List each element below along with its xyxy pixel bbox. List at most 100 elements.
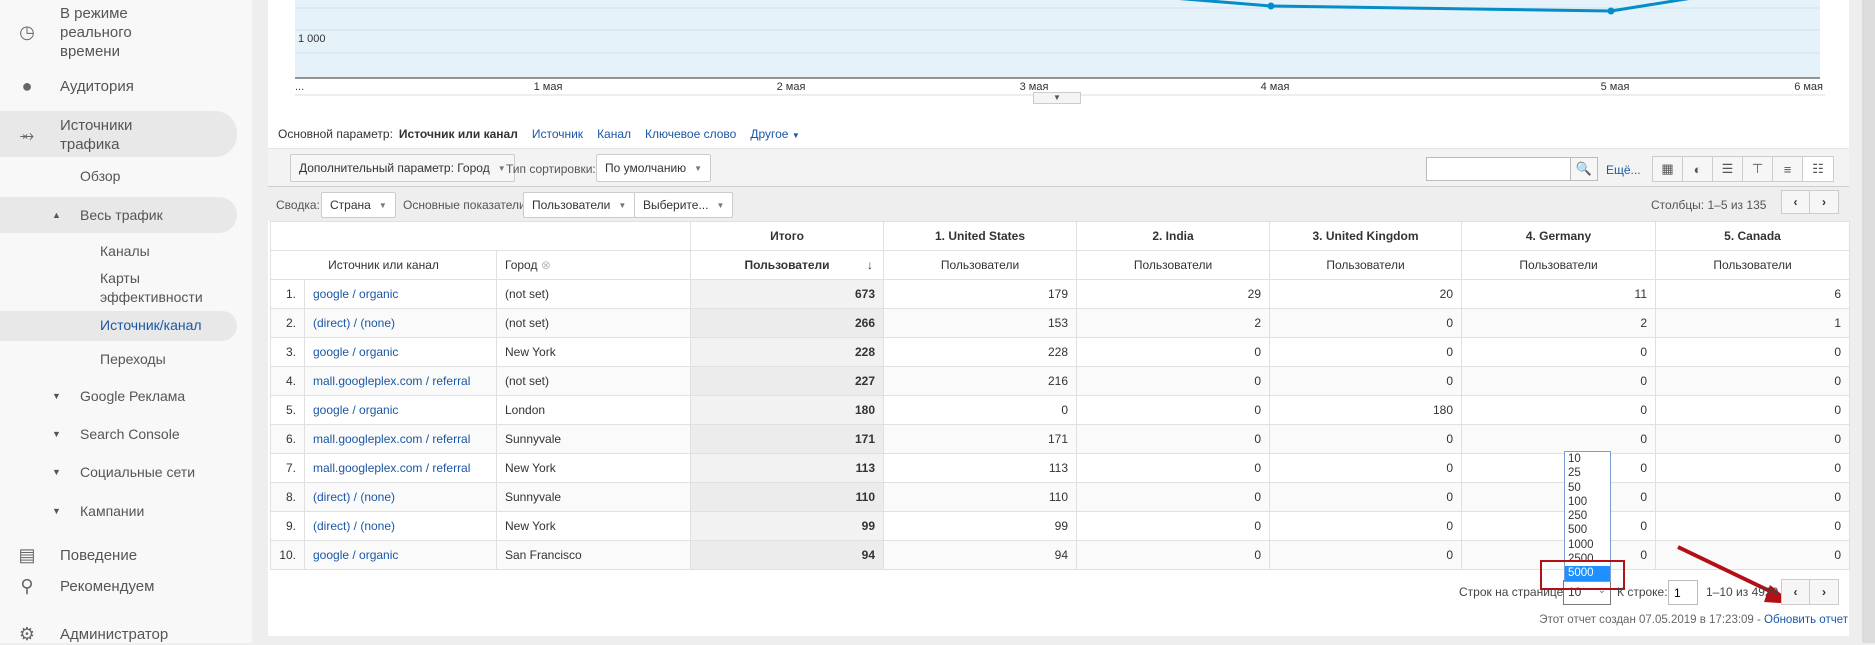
dim2-header[interactable]: Город ⊗ xyxy=(496,250,691,280)
scrollbar[interactable] xyxy=(1862,0,1875,643)
users-cell: 94 xyxy=(883,540,1077,570)
users-cell: 0 xyxy=(1461,424,1656,454)
city-cell: (not set) xyxy=(496,308,691,338)
table-row: 1. google / organic (not set) 673 179 29 20 11 6 xyxy=(270,279,1850,309)
dim1-header[interactable]: Источник или канал xyxy=(270,250,497,280)
users-cell: 0 xyxy=(1655,337,1850,367)
country-header[interactable]: 1. United States xyxy=(883,221,1077,251)
city-cell: San Francisco xyxy=(496,540,691,570)
chevron-left-icon[interactable]: ‹ xyxy=(1782,580,1810,604)
sort-type-dropdown[interactable]: По умолчанию ▼ xyxy=(596,154,712,182)
table-row: 8. (direct) / (none) Sunnyvale 110 110 0 0 0 0 xyxy=(270,482,1850,512)
metric2-dropdown[interactable]: Выберите... ▼ xyxy=(634,192,734,218)
caret-down-icon: ▲ xyxy=(52,209,61,220)
source-medium-link[interactable]: google / organic xyxy=(304,395,497,425)
lightbulb-icon: ⚲ xyxy=(20,575,34,596)
chevron-right-icon[interactable]: › xyxy=(1810,580,1838,604)
dim-link-source[interactable]: Источник xyxy=(532,127,583,141)
pie-view-icon[interactable]: ◐ xyxy=(1683,157,1713,181)
users-cell: 2 xyxy=(1461,308,1656,338)
users-cell: 0 xyxy=(1076,453,1270,483)
users-cell: 180 xyxy=(1269,395,1462,425)
annotation-highlight-box xyxy=(1540,560,1625,590)
table-row: 7. mall.googleplex.com / referral New York… xyxy=(270,453,1850,483)
metric1-dropdown[interactable]: Пользователи ▼ xyxy=(523,192,636,218)
chevron-right-icon[interactable]: › xyxy=(1810,191,1838,213)
clock-icon: ◷ xyxy=(19,21,35,42)
country-header[interactable]: 3. United Kingdom xyxy=(1269,221,1462,251)
x-tick-label: 5 мая xyxy=(1601,81,1630,93)
source-medium-link[interactable]: (direct) / (none) xyxy=(304,511,497,541)
x-tick-label: ... xyxy=(295,81,304,93)
rows-option[interactable]: 1000 xyxy=(1565,538,1610,552)
row-index: 5. xyxy=(270,395,305,425)
columns-range: Столбцы: 1–5 из 135 xyxy=(1651,198,1767,212)
remove-dimension-icon[interactable]: ⊗ xyxy=(541,258,551,272)
metric-header[interactable]: Пользователи xyxy=(1655,250,1850,280)
country-header[interactable]: 5. Canada xyxy=(1655,221,1850,251)
source-medium-link[interactable]: google / organic xyxy=(304,540,497,570)
row-index: 9. xyxy=(270,511,305,541)
acquisition-icon: ⥇ xyxy=(19,124,35,145)
country-header[interactable]: 4. Germany xyxy=(1461,221,1656,251)
users-cell: 228 xyxy=(883,337,1077,367)
total-users: 110 xyxy=(690,482,884,512)
city-cell: London xyxy=(496,395,691,425)
total-users: 228 xyxy=(690,337,884,367)
term-cloud-view-icon[interactable]: ≡ xyxy=(1773,157,1803,181)
users-cell: 0 xyxy=(1269,453,1462,483)
rows-option[interactable]: 500 xyxy=(1565,523,1610,537)
source-medium-link[interactable]: (direct) / (none) xyxy=(304,308,497,338)
source-medium-link[interactable]: mall.googleplex.com / referral xyxy=(304,424,497,454)
goto-row-input[interactable] xyxy=(1668,580,1698,605)
source-medium-link[interactable]: google / organic xyxy=(304,337,497,367)
chevron-left-icon[interactable]: ‹ xyxy=(1782,191,1810,213)
source-medium-link[interactable]: mall.googleplex.com / referral xyxy=(304,366,497,396)
search-icon[interactable]: 🔍 xyxy=(1570,157,1598,181)
metric-header[interactable]: Пользователи xyxy=(883,250,1077,280)
dim-link-medium[interactable]: Канал xyxy=(597,127,631,141)
source-medium-link[interactable]: mall.googleplex.com / referral xyxy=(304,453,497,483)
performance-view-icon[interactable]: ☰ xyxy=(1713,157,1743,181)
source-medium-link[interactable]: google / organic xyxy=(304,279,497,309)
dim-link-other[interactable]: Другое ▼ xyxy=(750,127,799,141)
users-cell: 0 xyxy=(1655,482,1850,512)
data-point xyxy=(1607,7,1615,15)
secondary-dimension-dropdown[interactable]: Дополнительный параметр: Город ▼ xyxy=(290,154,515,182)
rows-option[interactable]: 10 xyxy=(1565,452,1610,466)
chart-toggle-handle[interactable]: ▼ xyxy=(1033,92,1081,104)
pivot-by-dropdown[interactable]: Страна ▼ xyxy=(321,192,396,218)
users-cell: 0 xyxy=(1269,366,1462,396)
users-cell: 2 xyxy=(1076,308,1270,338)
users-cell: 0 xyxy=(1076,511,1270,541)
sidebar-item-realtime[interactable]: ◷ В режиме реального времени xyxy=(0,4,240,60)
users-cell: 179 xyxy=(883,279,1077,309)
header-row-metrics: Источник или канал Город ⊗ Пользователи ↓… xyxy=(270,250,1850,280)
table-search-input[interactable] xyxy=(1426,157,1571,181)
primary-dimension-bar: Основной параметр: Источник или канал Ис… xyxy=(278,127,800,141)
users-cell: 110 xyxy=(883,482,1077,512)
total-metric-header[interactable]: Пользователи ↓ xyxy=(690,250,884,280)
rows-option[interactable]: 250 xyxy=(1565,509,1610,523)
metric-header[interactable]: Пользователи xyxy=(1461,250,1656,280)
more-link[interactable]: Ещё... xyxy=(1606,163,1641,177)
users-cell: 216 xyxy=(883,366,1077,396)
metric-header[interactable]: Пользователи xyxy=(1076,250,1270,280)
pivot-view-icon[interactable]: ☷ xyxy=(1803,157,1833,181)
users-cell: 1 xyxy=(1655,308,1850,338)
country-header[interactable]: 2. India xyxy=(1076,221,1270,251)
table-view-icon[interactable]: ▦ xyxy=(1653,157,1683,181)
comparison-view-icon[interactable]: ⊤ xyxy=(1743,157,1773,181)
rows-option[interactable]: 100 xyxy=(1565,495,1610,509)
row-index: 4. xyxy=(270,366,305,396)
users-cell: 0 xyxy=(1655,395,1850,425)
users-cell: 0 xyxy=(1461,366,1656,396)
rows-option[interactable]: 25 xyxy=(1565,466,1610,480)
users-cell: 0 xyxy=(1269,482,1462,512)
dim-link-keyword[interactable]: Ключевое слово xyxy=(645,127,736,141)
users-cell: 0 xyxy=(1269,337,1462,367)
refresh-report-link[interactable]: Обновить отчет xyxy=(1764,614,1848,626)
rows-option[interactable]: 50 xyxy=(1565,481,1610,495)
metric-header[interactable]: Пользователи xyxy=(1269,250,1462,280)
source-medium-link[interactable]: (direct) / (none) xyxy=(304,482,497,512)
